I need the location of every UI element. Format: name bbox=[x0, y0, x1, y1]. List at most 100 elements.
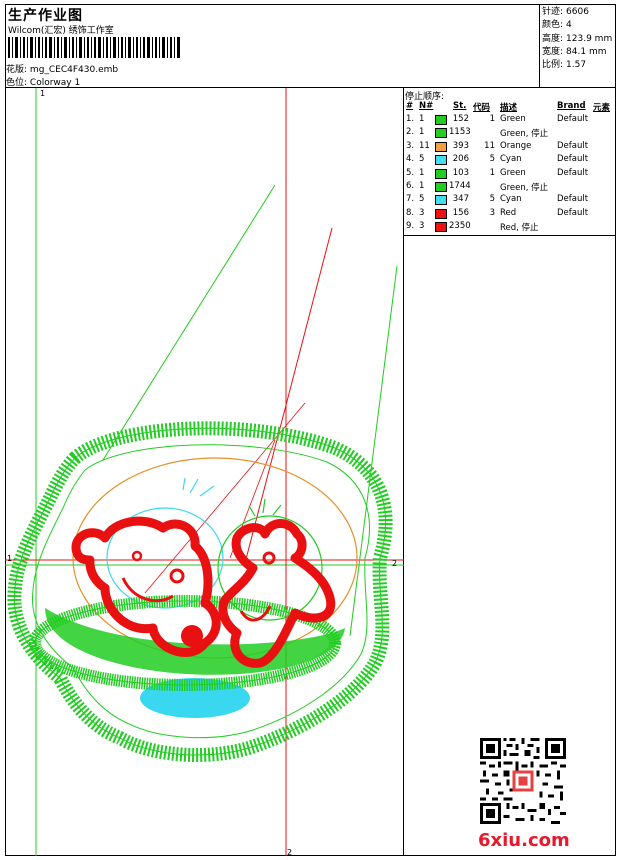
colorway: 色位: Colorway 1 bbox=[6, 75, 80, 88]
color-description: Cyan bbox=[500, 194, 522, 205]
jump-line bbox=[244, 227, 333, 564]
color-swatch bbox=[435, 208, 447, 219]
thread-brand: Default bbox=[557, 167, 589, 178]
color-swatch bbox=[435, 155, 447, 166]
col-st-header: St. bbox=[453, 101, 467, 111]
row-number: 7. bbox=[406, 194, 415, 205]
red-dot bbox=[181, 625, 203, 647]
needle-number: 5 bbox=[419, 194, 425, 205]
color-description: Red, 停止 bbox=[500, 223, 539, 234]
color-description: Green bbox=[500, 167, 526, 178]
row-number: 3. bbox=[406, 140, 415, 151]
table-row: 5. 1 103 1 Green Default bbox=[405, 168, 615, 181]
needle-number: 1 bbox=[419, 114, 425, 124]
stitch-count: 103 bbox=[452, 167, 469, 178]
stitch-count: 2350 bbox=[449, 221, 471, 232]
row-number: 8. bbox=[406, 207, 415, 218]
color-description: Cyan bbox=[500, 154, 522, 165]
stitch-count: 347 bbox=[452, 194, 469, 205]
axis-label-bottom-v: 2 bbox=[287, 848, 293, 857]
table-row: 9. 3 2350 Red, 停止 bbox=[405, 221, 615, 234]
table-row: 7. 5 347 5 Cyan Default bbox=[405, 194, 615, 207]
row-number: 1. bbox=[406, 114, 415, 124]
color-swatch bbox=[435, 182, 447, 192]
thread-brand: Default bbox=[557, 194, 589, 205]
table-row: 6. 1 1744 Green, 停止 bbox=[405, 181, 615, 194]
axis-label-right-h: 2 bbox=[392, 559, 398, 568]
pattern-label: 花版: bbox=[6, 65, 28, 75]
table-row: 2. 1 1153 Green, 停止 bbox=[405, 127, 615, 140]
stitch-count: 152 bbox=[452, 114, 469, 124]
company-name: Wilcom(汇宏) 绣饰工作室 bbox=[8, 26, 114, 36]
jump-line bbox=[102, 184, 276, 461]
table-row: 8. 3 156 3 Red Default bbox=[405, 208, 615, 221]
color-swatch bbox=[435, 141, 447, 152]
cyan-rays bbox=[182, 477, 215, 497]
thread-brand: Default bbox=[557, 207, 589, 218]
row-number: 5. bbox=[406, 167, 415, 178]
red-eye bbox=[262, 551, 276, 565]
color-swatch bbox=[435, 168, 447, 179]
thread-brand: Default bbox=[557, 154, 589, 165]
colorway-value: Colorway 1 bbox=[29, 78, 81, 88]
col-n-header: N# bbox=[419, 101, 434, 111]
row-number: 4. bbox=[406, 154, 415, 165]
color-description: Orange bbox=[500, 140, 532, 151]
color-description: Green bbox=[500, 114, 526, 124]
row-number: 6. bbox=[406, 181, 415, 191]
axis-label-top-h: 1 bbox=[7, 554, 13, 563]
needle-number: 1 bbox=[419, 167, 425, 178]
stitch-count: 206 bbox=[452, 154, 469, 165]
table-row: 3. 11 393 11 Orange Default bbox=[405, 141, 615, 154]
red-eye bbox=[131, 550, 143, 562]
table-header-row: # N# St. 代码 描述 Brand 元素 bbox=[405, 101, 615, 114]
stat-width: 宽度: 84.1 mm bbox=[542, 46, 607, 57]
stop-sequence-table: # N# St. 代码 描述 Brand 元素 1. 1 152 1 Green Defa… bbox=[405, 101, 615, 236]
color-code: 3 bbox=[489, 207, 495, 218]
color-code: 1 bbox=[489, 114, 495, 124]
design-stats: 针迹: 6606 颜色: 4 高度: 123.9 mm 宽度: 84.1 mm 比例: 1… bbox=[542, 6, 612, 72]
stitch-count: 393 bbox=[452, 140, 469, 151]
embroidery-design-canvas bbox=[5, 88, 404, 856]
thread-brand: Default bbox=[557, 114, 589, 124]
color-code: 5 bbox=[489, 194, 495, 205]
color-swatch bbox=[435, 128, 447, 139]
qr-code-icon bbox=[480, 738, 566, 824]
watermark-logo: 6xiu.com bbox=[478, 830, 570, 851]
thread-brand: Default bbox=[557, 140, 589, 151]
needle-number: 3 bbox=[419, 207, 425, 218]
color-description: Green, 停止 bbox=[500, 183, 549, 193]
table-row: 1. 1 152 1 Green Default bbox=[405, 114, 615, 127]
color-swatch bbox=[435, 195, 447, 206]
stat-colors: 颜色: 4 bbox=[542, 20, 572, 31]
col-code-header: 代码 bbox=[473, 103, 491, 113]
color-swatch bbox=[435, 222, 447, 233]
needle-number: 1 bbox=[419, 127, 425, 138]
needle-number: 3 bbox=[419, 221, 425, 232]
colorway-label: 色位: bbox=[6, 78, 28, 88]
needle-number: 11 bbox=[419, 140, 430, 151]
color-code: 5 bbox=[489, 154, 495, 165]
color-description: Red bbox=[500, 207, 517, 218]
col-brand-header: Brand bbox=[557, 101, 586, 111]
color-code: 1 bbox=[489, 167, 495, 178]
page-title: 生产作业图 bbox=[8, 8, 83, 24]
pattern-value: mg_CEC4F430.emb bbox=[29, 65, 119, 75]
color-description: Green, 停止 bbox=[500, 129, 549, 140]
col-desc-header: 描述 bbox=[500, 103, 518, 113]
table-row: 4. 5 206 5 Cyan Default bbox=[405, 154, 615, 167]
green-rays bbox=[248, 498, 282, 517]
stitch-count: 1153 bbox=[449, 127, 471, 138]
needle-number: 1 bbox=[419, 181, 425, 191]
axis-label-left-v: 1 bbox=[40, 89, 46, 98]
stitch-count: 1744 bbox=[449, 181, 471, 191]
stat-stitches: 针迹: 6606 bbox=[542, 7, 589, 17]
needle-number: 5 bbox=[419, 154, 425, 165]
color-swatch bbox=[435, 115, 447, 125]
stat-height: 高度: 123.9 mm bbox=[542, 33, 613, 44]
col-element-header: 元素 bbox=[593, 103, 611, 113]
stat-ratio: 比例: 1.57 bbox=[542, 60, 587, 71]
color-code: 11 bbox=[484, 140, 495, 151]
stitch-count: 156 bbox=[452, 207, 469, 218]
red-eye bbox=[169, 568, 185, 584]
